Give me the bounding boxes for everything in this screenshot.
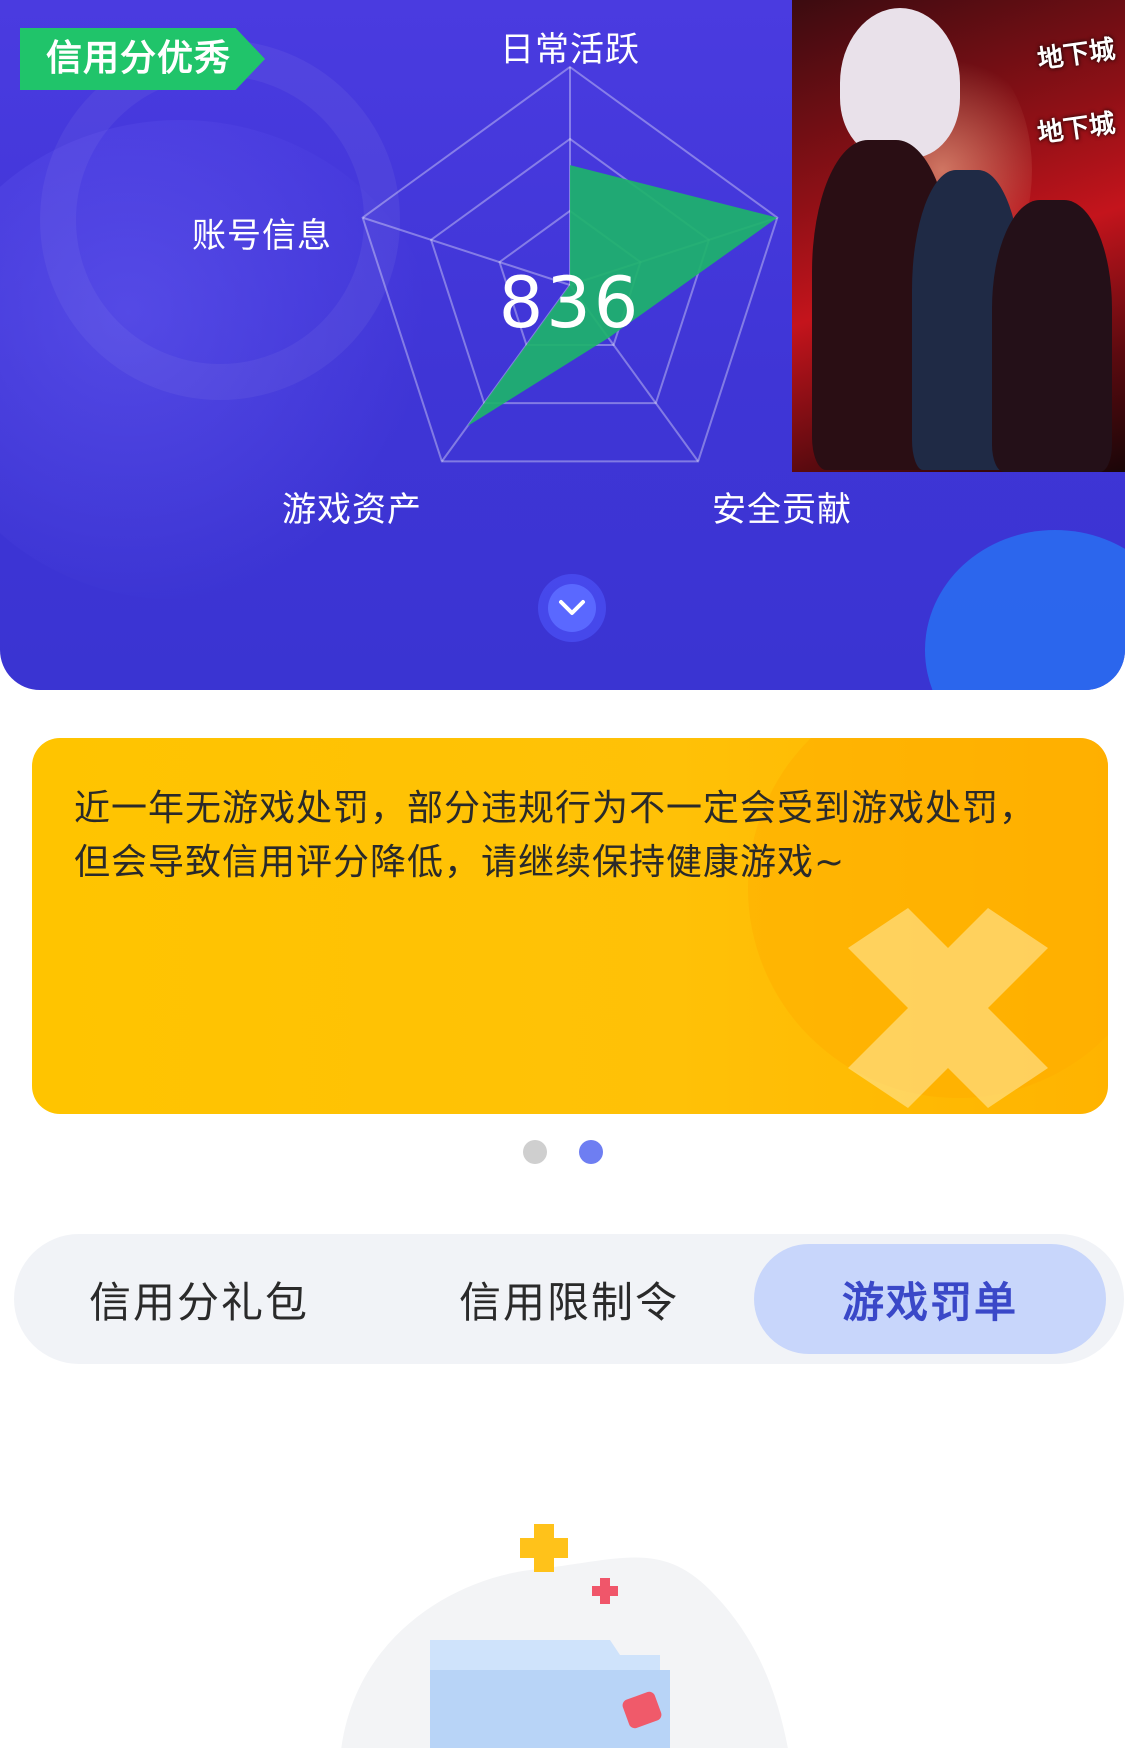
- notice-text: 近一年无游戏处罚，部分违规行为不一定会受到游戏处罚，但会导致信用评分降低，请继续…: [74, 788, 1037, 883]
- page: 信用分优秀 日常活跃 账号信息 游戏资产 安全贡献 836 地下城 地下城 近一…: [0, 0, 1125, 1748]
- chevron-down-icon: [559, 600, 585, 615]
- tab-game-penalty[interactable]: 游戏罚单: [754, 1244, 1106, 1354]
- folder-illustration: [341, 1524, 788, 1748]
- credit-score: 836: [498, 262, 642, 344]
- axis-label-account: 账号信息: [192, 216, 332, 256]
- axis-label-assets: 游戏资产: [282, 490, 422, 530]
- game-logo-secondary: 地下城: [1035, 108, 1118, 150]
- carousel-dot-active[interactable]: [578, 1140, 603, 1164]
- decorative-x-shape: [848, 908, 1048, 1108]
- tab-bar: 信用分礼包 信用限制令 游戏罚单: [14, 1234, 1124, 1364]
- notice-card[interactable]: 近一年无游戏处罚，部分违规行为不一定会受到游戏处罚，但会导致信用评分降低，请继续…: [32, 738, 1108, 1114]
- tab-credit-restriction[interactable]: 信用限制令: [384, 1244, 754, 1354]
- credit-header: 信用分优秀 日常活跃 账号信息 游戏资产 安全贡献 836 地下城 地下城: [0, 0, 1125, 690]
- game-logo: 地下城: [1035, 34, 1118, 76]
- carousel-indicator: [0, 1140, 1125, 1168]
- carousel-dot[interactable]: [522, 1140, 547, 1164]
- tab-credit-gift[interactable]: 信用分礼包: [14, 1244, 384, 1354]
- expand-button[interactable]: [538, 574, 606, 642]
- game-promo-image[interactable]: 地下城 地下城: [792, 0, 1125, 472]
- axis-label-security: 安全贡献: [712, 490, 852, 530]
- axis-label-daily: 日常活跃: [500, 30, 640, 70]
